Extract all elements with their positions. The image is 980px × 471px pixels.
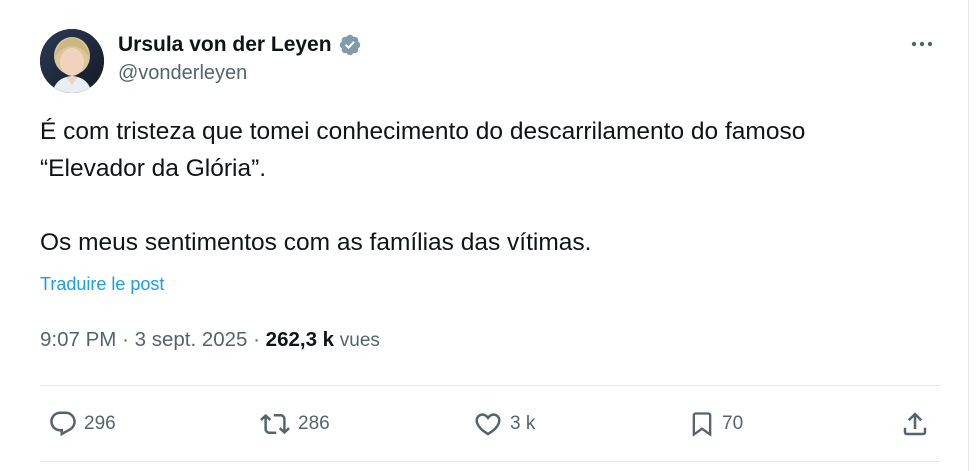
tweet-text-line: “Elevador da Glória”. (40, 155, 267, 182)
divider (40, 461, 940, 462)
heart-icon (475, 413, 501, 436)
more-options-icon[interactable] (908, 33, 938, 55)
tweet-text-blank-line (40, 187, 940, 224)
author-handle[interactable]: @vonderleyen (118, 62, 247, 85)
tweet-card: Ursula von der Leyen @vonderleyen É com … (0, 0, 969, 471)
author-display-name[interactable]: Ursula von der Leyen (118, 33, 332, 57)
avatar[interactable] (40, 29, 104, 93)
tweet-text: É com tristeza que tomei conhecimento do… (40, 113, 940, 261)
author-name-row[interactable]: Ursula von der Leyen (118, 31, 362, 59)
bookmark-button[interactable]: 70 (688, 408, 743, 440)
tweet-date[interactable]: 3 sept. 2025 (135, 328, 248, 351)
like-count: 3 k (510, 413, 536, 434)
translate-post-link[interactable]: Traduire le post (40, 274, 164, 295)
share-icon (903, 412, 927, 436)
repost-button[interactable]: 286 (258, 408, 330, 440)
meta-separator: · (253, 328, 260, 351)
meta-separator: · (122, 328, 129, 351)
repost-count: 286 (298, 413, 330, 434)
bookmark-icon (692, 412, 712, 437)
repost-icon (260, 413, 290, 435)
views-label[interactable]: vues (340, 330, 380, 351)
tweet-text-line: Os meus sentimentos com as famílias das … (40, 229, 592, 256)
tweet-meta: 9:07 PM · 3 sept. 2025 · 262,3 k vues (40, 328, 380, 352)
tweet-text-line: É com tristeza que tomei conhecimento do… (40, 118, 806, 145)
reply-button[interactable]: 296 (48, 408, 116, 440)
bookmark-count: 70 (722, 413, 744, 434)
verified-badge-icon[interactable] (338, 33, 362, 57)
like-button[interactable]: 3 k (472, 408, 535, 440)
reply-count: 296 (84, 413, 116, 434)
tweet-time[interactable]: 9:07 PM (40, 328, 116, 351)
share-button[interactable] (900, 408, 930, 440)
divider (40, 385, 940, 386)
views-count[interactable]: 262,3 k (266, 328, 334, 351)
reply-icon (50, 411, 76, 437)
avatar-photo (40, 29, 104, 93)
